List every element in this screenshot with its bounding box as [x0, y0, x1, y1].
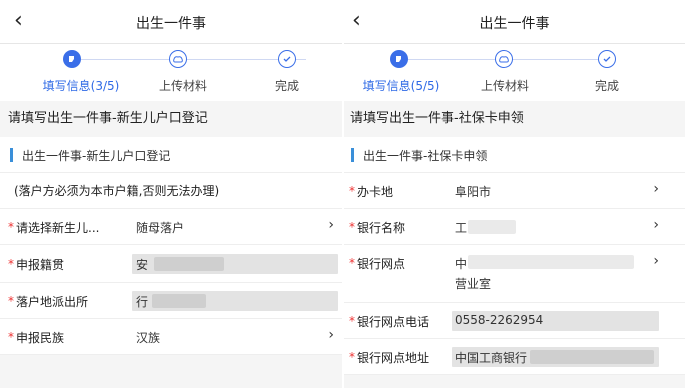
- field-value: 汉族: [136, 331, 161, 345]
- redacted-area: [468, 255, 634, 269]
- notice-text: (落户方必须为本市户籍,否则无法办理): [0, 173, 342, 209]
- chevron-right-icon[interactable]: ›: [328, 327, 334, 343]
- redacted-area: [468, 220, 516, 234]
- check-icon: [278, 50, 296, 68]
- field-value: 阜阳市: [455, 185, 492, 199]
- accent-bar: [351, 148, 354, 162]
- required-mark: *: [8, 257, 14, 271]
- field-value: 随母落户: [136, 221, 185, 235]
- field-row-bank-name[interactable]: * 银行名称 工 ›: [344, 209, 685, 245]
- nav-header: ‹ 出生一件事: [344, 0, 685, 44]
- field-row-ethnicity[interactable]: * 申报民族 汉族 ›: [0, 319, 342, 355]
- page-title: 出生一件事: [479, 16, 550, 32]
- required-mark: *: [8, 220, 14, 234]
- cloud-upload-icon: [169, 50, 187, 68]
- field-value: 安: [136, 258, 149, 272]
- required-mark: *: [349, 220, 355, 234]
- field-value: 中国工商银行: [455, 351, 528, 365]
- required-mark: *: [349, 350, 355, 364]
- right-screen: ‹ 出生一件事 填写信息(5/5) 上传材料 完成 请填写出生一件事-社保卡申领…: [344, 0, 685, 388]
- field-row-bank-phone[interactable]: * 银行网点电话 0558-2262954: [344, 303, 685, 339]
- left-screen: ‹ 出生一件事 填写信息(3/5) 上传材料 完成 请填写出生一件事-新生儿户口…: [0, 0, 342, 388]
- progress-steps: 填写信息(3/5) 上传材料 完成: [0, 44, 342, 101]
- nav-header: ‹ 出生一件事: [0, 0, 342, 44]
- edit-icon: [390, 50, 408, 68]
- field-label: 落户地派出所: [16, 295, 89, 309]
- step-label-upload: 上传材料: [480, 79, 530, 93]
- step-label-fill: 填写信息(5/5): [362, 79, 440, 93]
- required-mark: *: [8, 294, 14, 308]
- section-title: 请填写出生一件事-社保卡申领: [344, 101, 685, 137]
- chevron-right-icon[interactable]: ›: [653, 253, 659, 269]
- edit-icon: [63, 50, 81, 68]
- accent-bar: [10, 148, 13, 162]
- sub-header: 出生一件事-新生儿户口登记: [0, 137, 342, 173]
- field-row-card-location[interactable]: * 办卡地 阜阳市 ›: [344, 173, 685, 209]
- field-label: 银行网点地址: [357, 351, 430, 365]
- chevron-right-icon[interactable]: ›: [653, 217, 659, 233]
- step-label-done: 完成: [594, 79, 620, 93]
- step-label-upload: 上传材料: [158, 79, 208, 93]
- sub-header-text: 出生一件事-新生儿户口登记: [22, 149, 171, 163]
- required-mark: *: [8, 330, 14, 344]
- required-mark: *: [349, 184, 355, 198]
- field-value: 行: [136, 295, 149, 309]
- step-label-done: 完成: [274, 79, 300, 93]
- field-row-bank-branch[interactable]: * 银行网点 中 营业室 ›: [344, 245, 685, 303]
- field-label: 申报民族: [16, 331, 65, 345]
- section-title: 请填写出生一件事-新生儿户口登记: [0, 101, 342, 137]
- required-mark: *: [349, 256, 355, 270]
- chevron-right-icon[interactable]: ›: [328, 217, 334, 233]
- page-title: 出生一件事: [136, 16, 206, 32]
- field-row-newborn[interactable]: * 请选择新生儿... 随母落户 ›: [0, 209, 342, 245]
- step-track: [72, 59, 306, 60]
- field-row-police[interactable]: * 落户地派出所 行: [0, 283, 342, 319]
- redacted-area: [530, 350, 654, 364]
- redacted-area: [152, 294, 206, 308]
- field-label: 办卡地: [357, 185, 394, 199]
- step-label-fill: 填写信息(3/5): [42, 79, 120, 93]
- sub-header-text: 出生一件事-社保卡申领: [363, 149, 488, 163]
- field-label: 银行网点: [357, 257, 406, 271]
- check-icon: [598, 50, 616, 68]
- field-value: 0558-2262954: [455, 313, 544, 327]
- field-label: 请选择新生儿...: [16, 221, 100, 235]
- cloud-upload-icon: [495, 50, 513, 68]
- field-value-line2: 营业室: [455, 277, 492, 291]
- field-label: 银行名称: [357, 221, 406, 235]
- field-label: 银行网点电话: [357, 315, 430, 329]
- chevron-right-icon[interactable]: ›: [653, 181, 659, 197]
- field-label: 申报籍贯: [16, 258, 65, 272]
- field-row-hometown[interactable]: * 申报籍贯 安: [0, 245, 342, 283]
- field-value: 中: [455, 257, 468, 271]
- required-mark: *: [349, 314, 355, 328]
- progress-steps: 填写信息(5/5) 上传材料 完成: [344, 44, 685, 101]
- field-value: 工: [455, 221, 468, 235]
- sub-header: 出生一件事-社保卡申领: [344, 137, 685, 173]
- field-row-bank-address[interactable]: * 银行网点地址 中国工商银行: [344, 339, 685, 375]
- redacted-area: [154, 257, 224, 271]
